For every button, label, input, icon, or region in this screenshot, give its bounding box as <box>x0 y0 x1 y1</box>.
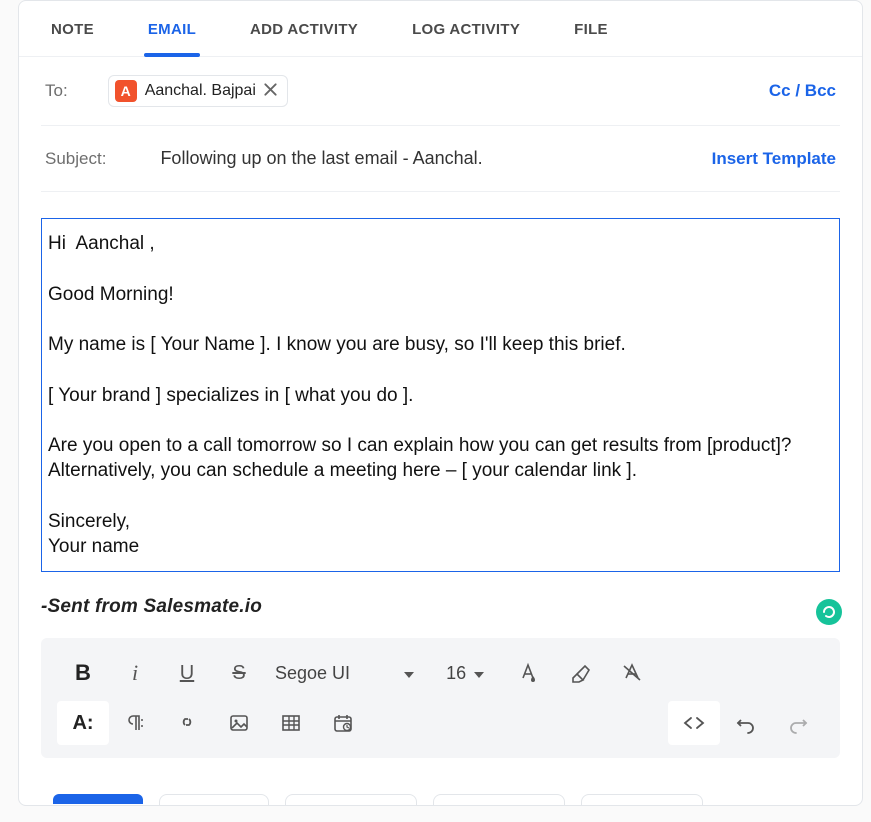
font-size-select[interactable]: 16 <box>446 663 484 684</box>
email-signature: -Sent from Salesmate.io <box>41 596 840 618</box>
secondary-button-3[interactable] <box>433 794 565 805</box>
tab-note[interactable]: NOTE <box>47 7 98 56</box>
italic-button[interactable]: i <box>109 651 161 695</box>
action-buttons-strip <box>53 794 703 805</box>
email-body-editor[interactable]: Hi Aanchal , Good Morning! My name is [ … <box>41 218 840 572</box>
subject-row: Subject: Following up on the last email … <box>41 126 840 192</box>
undo-button[interactable] <box>720 701 772 745</box>
secondary-button-2[interactable] <box>285 794 417 805</box>
tab-email[interactable]: EMAIL <box>144 7 200 56</box>
clear-format-button[interactable] <box>606 651 658 695</box>
remove-recipient-icon[interactable] <box>264 83 277 100</box>
image-button[interactable] <box>213 701 265 745</box>
refresh-icon <box>821 604 837 620</box>
redo-button[interactable] <box>772 701 824 745</box>
subject-input[interactable]: Following up on the last email - Aanchal… <box>160 148 482 169</box>
secondary-button-4[interactable] <box>581 794 703 805</box>
tab-add-activity[interactable]: ADD ACTIVITY <box>246 7 362 56</box>
highlight-button[interactable] <box>554 651 606 695</box>
recipient-chip[interactable]: A Aanchal. Bajpai <box>108 75 288 107</box>
underline-button[interactable]: U <box>161 651 213 695</box>
heading-button[interactable]: A: <box>57 701 109 745</box>
strikethrough-button[interactable]: S <box>213 651 265 695</box>
tab-log-activity[interactable]: LOG ACTIVITY <box>408 7 524 56</box>
secondary-button-1[interactable] <box>159 794 269 805</box>
to-label: To: <box>45 81 68 101</box>
recipient-initial-badge: A <box>115 80 137 102</box>
compose-card: NOTE EMAIL ADD ACTIVITY LOG ACTIVITY FIL… <box>18 0 863 806</box>
send-button[interactable] <box>53 794 143 804</box>
bold-button[interactable]: B <box>57 651 109 695</box>
tab-file[interactable]: FILE <box>570 7 612 56</box>
chevron-down-icon <box>474 663 484 684</box>
font-family-value: Segoe UI <box>275 663 350 684</box>
cc-bcc-link[interactable]: Cc / Bcc <box>769 81 836 101</box>
font-size-value: 16 <box>446 663 466 684</box>
table-button[interactable] <box>265 701 317 745</box>
refresh-fab[interactable] <box>816 599 842 625</box>
subject-label: Subject: <box>45 149 106 169</box>
link-button[interactable] <box>161 701 213 745</box>
compose-tabs: NOTE EMAIL ADD ACTIVITY LOG ACTIVITY FIL… <box>19 5 862 57</box>
schedule-button[interactable] <box>317 701 369 745</box>
format-toolbar: B i U S Segoe UI 16 <box>41 638 840 758</box>
text-color-button[interactable] <box>502 651 554 695</box>
chevron-down-icon <box>404 663 414 684</box>
to-row: To: A Aanchal. Bajpai Cc / Bcc <box>41 57 840 126</box>
code-view-button[interactable] <box>668 701 720 745</box>
recipient-name: Aanchal. Bajpai <box>145 82 256 100</box>
paragraph-button[interactable] <box>109 701 161 745</box>
font-family-select[interactable]: Segoe UI <box>275 663 418 684</box>
insert-template-link[interactable]: Insert Template <box>712 149 836 169</box>
